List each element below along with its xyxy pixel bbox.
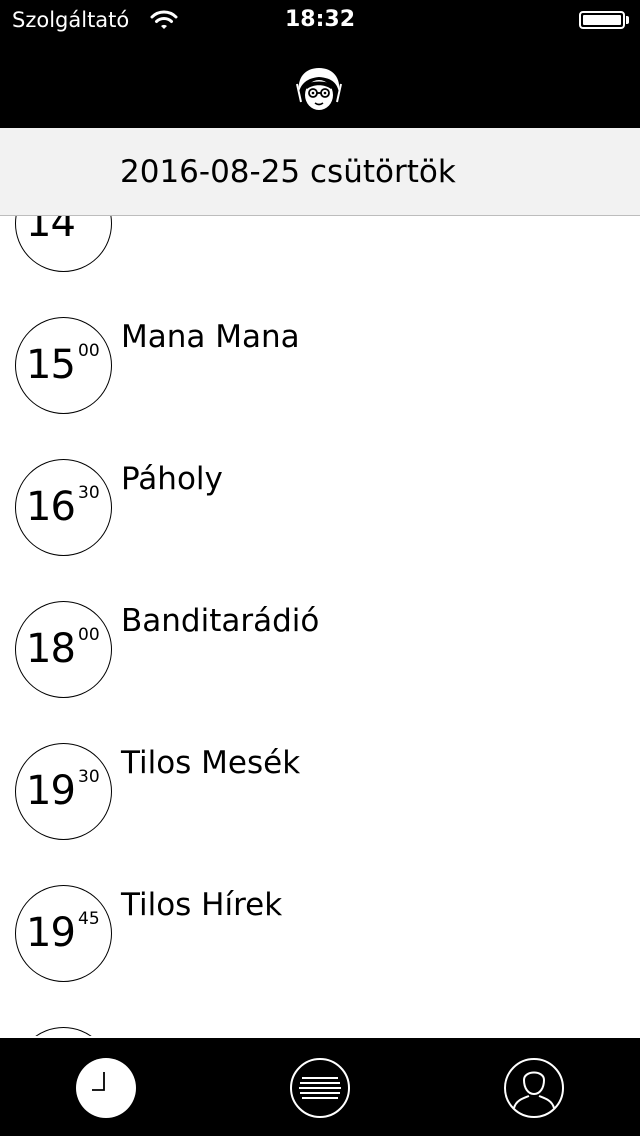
time-minute: 00 <box>78 625 100 645</box>
time-minute: 45 <box>78 909 100 929</box>
schedule-item[interactable]: 14 00 <box>0 216 640 317</box>
time-hour: 19 <box>26 910 76 956</box>
time-minute: 00 <box>78 216 100 218</box>
schedule-item[interactable]: 18 00 Banditarádió <box>0 601 640 743</box>
time-badge: 18 00 <box>15 601 112 698</box>
status-bar: Szolgáltató 18:32 <box>0 0 640 42</box>
time-minute: 30 <box>78 767 100 787</box>
time-badge: 19 30 <box>15 743 112 840</box>
battery-icon <box>579 11 625 29</box>
list-icon <box>290 1058 350 1118</box>
tab-bar <box>0 1038 640 1136</box>
time-hour: 19 <box>26 768 76 814</box>
schedule-item[interactable]: 16 30 Páholy <box>0 459 640 601</box>
time-minute: 00 <box>78 341 100 361</box>
time-badge: 15 00 <box>15 317 112 414</box>
schedule-item[interactable]: 19 45 Tilos Hírek <box>0 885 640 1027</box>
time-hour: 18 <box>26 626 76 672</box>
show-title: Tilos Mesék <box>121 745 301 781</box>
nav-bar <box>0 42 640 128</box>
show-title: Páholy <box>121 461 223 497</box>
person-icon <box>504 1058 564 1118</box>
station-logo-icon <box>292 63 346 117</box>
schedule-item[interactable] <box>0 1027 640 1036</box>
battery-tip <box>626 16 629 24</box>
time-hour: 15 <box>26 342 76 388</box>
time-badge <box>15 1027 112 1036</box>
tab-profile[interactable] <box>502 1056 566 1120</box>
schedule-list[interactable]: 14 00 15 00 Mana Mana 16 30 Páholy 18 00… <box>0 216 640 1036</box>
show-title: Banditarádió <box>121 603 320 639</box>
schedule-item[interactable]: 19 30 Tilos Mesék <box>0 743 640 885</box>
time-badge: 14 00 <box>15 216 112 272</box>
time-badge: 19 45 <box>15 885 112 982</box>
time-hour: 14 <box>26 216 76 246</box>
time-hour: 16 <box>26 484 76 530</box>
time-badge: 16 30 <box>15 459 112 556</box>
tab-list[interactable] <box>288 1056 352 1120</box>
show-title: Tilos Hírek <box>121 887 283 923</box>
schedule-item[interactable]: 15 00 Mana Mana <box>0 317 640 459</box>
status-time: 18:32 <box>284 7 356 32</box>
show-title: Mana Mana <box>121 319 300 355</box>
time-minute: 30 <box>78 483 100 503</box>
clock-icon <box>76 1058 136 1118</box>
date-header-bar: 2016-08-25 csütörtök <box>0 128 640 216</box>
date-header: 2016-08-25 csütörtök <box>120 154 456 190</box>
tab-schedule[interactable] <box>74 1056 138 1120</box>
